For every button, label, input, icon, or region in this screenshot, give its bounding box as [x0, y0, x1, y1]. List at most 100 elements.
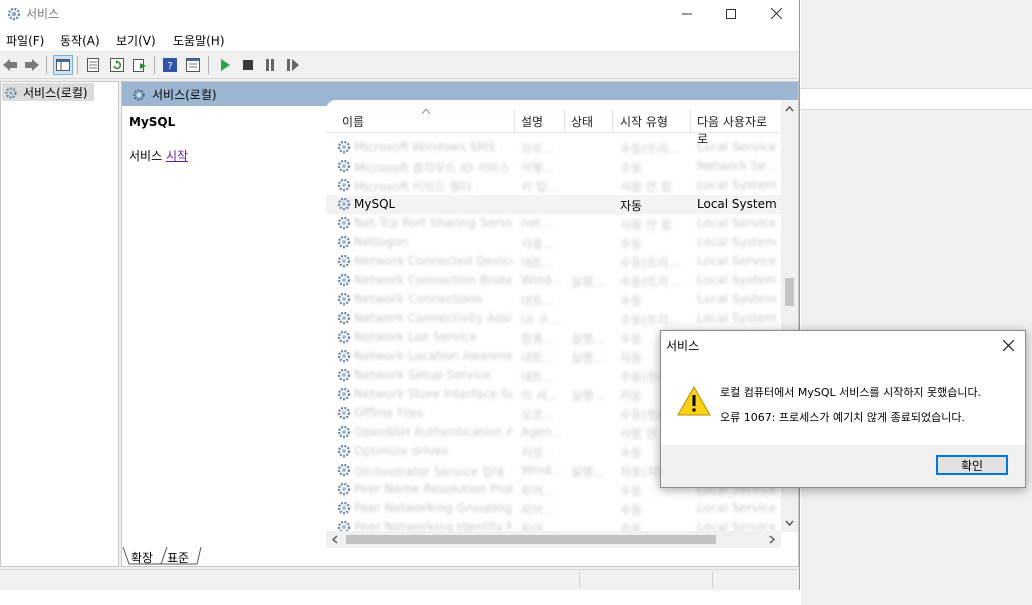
console-tree-button[interactable] — [53, 55, 73, 75]
service-startup-cell: 수동(트리... — [620, 142, 681, 156]
column-header-startup-type[interactable]: 시작 유형 — [620, 113, 668, 130]
start-service-button[interactable] — [215, 55, 235, 75]
service-desc-cell: 저장... — [521, 446, 555, 460]
ok-button[interactable]: 확인 — [936, 455, 1008, 475]
service-desc-cell: 오프... — [521, 408, 555, 422]
service-row[interactable]: Microsoft Windows SMS 라우... 수동(트리... Local … — [326, 138, 781, 157]
service-gear-icon — [336, 310, 352, 326]
service-desc-cell: 이 서... — [521, 389, 559, 403]
error-dialog: 서비스 로컬 컴퓨터에서 MySQL 서비스를 시작하지 못했습니다. 오류 1… — [660, 330, 1026, 488]
pause-icon — [266, 59, 274, 71]
service-gear-icon — [336, 348, 352, 364]
services-pane: 서비스(로컬) MySQL 서비스 시작 이름 설명 상태 시작 유형 다음 사… — [121, 81, 799, 567]
service-name-cell: Network Location Awareness — [354, 349, 512, 363]
service-gear-icon — [336, 158, 352, 174]
service-row[interactable]: Network Connections 네트... 수동 Local System — [326, 290, 781, 309]
close-button[interactable] — [753, 0, 799, 27]
service-gear-icon — [336, 462, 352, 478]
horizontal-scrollbar[interactable] — [326, 531, 781, 548]
horizontal-scroll-thumb[interactable] — [346, 535, 716, 544]
stop-service-button[interactable] — [238, 55, 258, 75]
menu-view[interactable]: 보기(V) — [116, 32, 156, 49]
forward-button[interactable] — [22, 55, 42, 75]
chevron-right-icon[interactable] — [765, 531, 779, 548]
service-row[interactable]: MySQL 자동 Local System — [326, 195, 781, 214]
sort-ascending-icon — [422, 109, 430, 114]
pause-service-button[interactable] — [260, 55, 280, 75]
menu-file[interactable]: 파일(F) — [6, 32, 44, 49]
column-header-status[interactable]: 상태 — [571, 113, 593, 130]
start-service-link[interactable]: 시작 — [166, 149, 188, 163]
service-gear-icon — [336, 329, 352, 345]
menu-bar: 파일(F) 동작(A) 보기(V) 도움말(H) — [0, 27, 799, 52]
service-row[interactable]: Netlogon 사용... 수동 Local System — [326, 233, 781, 252]
tab-extended[interactable]: 확장 — [131, 549, 153, 566]
service-name-cell: Network List Service — [354, 330, 478, 344]
service-row[interactable]: Network Connectivity Assistant UI 구... 수동(… — [326, 309, 781, 328]
column-divider[interactable] — [514, 110, 515, 132]
tab-standard[interactable]: 표준 — [167, 549, 189, 566]
dialog-footer: 확인 — [661, 445, 1025, 487]
service-gear-icon — [336, 405, 352, 421]
service-startup-cell: 수동(트리... — [620, 275, 681, 289]
vertical-scroll-thumb[interactable] — [785, 278, 794, 306]
export-button[interactable] — [130, 55, 150, 75]
service-startup-cell: 수동 — [620, 503, 643, 517]
service-name-cell: Orchestrator Service 업데 — [354, 465, 504, 479]
service-gear-icon — [336, 500, 352, 516]
maximize-button[interactable] — [708, 0, 754, 27]
list-header: 이름 설명 상태 시작 유형 다음 사용자로 로 — [326, 106, 781, 146]
export-icon — [133, 59, 146, 72]
service-row[interactable]: Net.Tcp Port Sharing Service net... 사용 안 함… — [326, 214, 781, 233]
chevron-down-icon[interactable] — [781, 516, 798, 530]
properties-button[interactable] — [83, 55, 103, 75]
chevron-up-icon[interactable] — [781, 102, 798, 116]
minimize-button[interactable] — [664, 0, 710, 27]
service-logon-cell: Local System — [697, 178, 777, 192]
service-row[interactable]: Peer Networking Grouping 피어... 수동 Local Ser… — [326, 499, 781, 518]
back-button[interactable] — [0, 55, 20, 75]
service-row[interactable]: Microsoft 키보드 필터 키 입... 사용 안 함 Local System — [326, 176, 781, 195]
view-tabs: 확장 표준 — [121, 547, 799, 567]
service-desc-cell: 네트... — [521, 370, 555, 384]
tree-item-services-local[interactable]: 서비스(로컬) — [2, 83, 94, 101]
column-divider[interactable] — [564, 110, 565, 132]
refresh-button[interactable] — [107, 55, 127, 75]
service-startup-cell: 수동(트리... — [620, 256, 681, 270]
service-status-cell: 실행... — [571, 275, 605, 289]
service-logon-cell: Local Service — [697, 216, 777, 230]
view-button[interactable] — [183, 55, 203, 75]
dialog-message-error: 오류 1067: 프로세스가 예기치 않게 종료되었습니다. — [720, 411, 965, 424]
service-row[interactable]: Network Connection Broker Wind... 실행... 수동(… — [326, 271, 781, 290]
service-row[interactable]: Network Connected Devices Auto-Setup 네트..… — [326, 252, 781, 271]
service-gear-icon — [336, 443, 352, 459]
column-header-description[interactable]: 설명 — [521, 113, 543, 130]
service-logon-cell: Local System — [697, 273, 777, 287]
service-status-cell: 실행... — [571, 332, 605, 346]
window-title: 서비스 — [26, 7, 60, 21]
service-logon-cell: Local System — [697, 235, 777, 249]
menu-action[interactable]: 동작(A) — [60, 32, 100, 49]
service-desc-cell: Wind... — [521, 273, 563, 287]
help-button[interactable]: ? — [160, 55, 180, 75]
service-desc-cell: 라우... — [521, 142, 555, 156]
column-divider[interactable] — [612, 110, 613, 132]
dialog-message-primary: 로컬 컴퓨터에서 MySQL 서비스를 시작하지 못했습니다. — [720, 386, 982, 399]
menu-help[interactable]: 도움말(H) — [173, 32, 225, 49]
resume-service-button[interactable] — [283, 55, 303, 75]
chevron-left-icon[interactable] — [328, 531, 342, 548]
service-name-cell: Network Setup Service — [354, 368, 492, 382]
column-divider[interactable] — [690, 110, 691, 132]
status-divider — [712, 572, 713, 588]
dialog-close-button[interactable] — [997, 335, 1019, 355]
service-name-cell: Network Store Interface Service — [354, 387, 512, 401]
close-icon — [770, 8, 782, 19]
service-startup-cell: 수동 — [620, 484, 643, 498]
title-bar[interactable]: 서비스 — [0, 0, 799, 27]
service-logon-cell: Network Se... — [697, 159, 778, 173]
background-window-strip — [801, 88, 1032, 110]
toolbar-separator — [46, 56, 47, 74]
refresh-icon — [110, 58, 124, 72]
column-header-name[interactable]: 이름 — [342, 113, 364, 130]
service-row[interactable]: Microsoft 클라우드 ID 서비스 이렇... 수동 Network Se..… — [326, 157, 781, 176]
